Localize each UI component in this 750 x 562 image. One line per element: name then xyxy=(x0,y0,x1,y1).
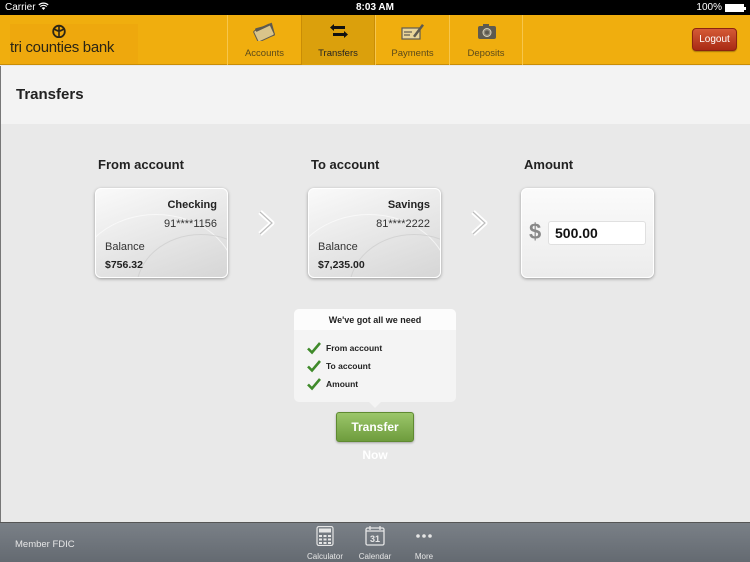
checklist-heading: We've got all we need xyxy=(294,309,456,330)
account-number: 91****1156 xyxy=(163,218,217,230)
logout-button[interactable]: Logout xyxy=(692,28,737,51)
chevron-right-icon xyxy=(471,210,488,236)
page-header: Transfers xyxy=(0,66,750,124)
checkmark-icon xyxy=(307,360,321,373)
battery-percent: 100% xyxy=(696,2,722,13)
tab-accounts-label: Accounts xyxy=(244,48,285,59)
brand-name: tri counties bank xyxy=(10,39,115,56)
balance-value: $7,235.00 xyxy=(318,259,365,271)
more-dots-icon xyxy=(416,534,432,538)
amount-card: $ xyxy=(521,188,654,278)
calendar-day: 31 xyxy=(370,534,380,544)
checklist-item-label: From account xyxy=(326,343,383,353)
status-bar: Carrier 8:03 AM 100% xyxy=(0,0,750,15)
calendar-label: Calendar xyxy=(358,552,392,561)
to-account-label: To account xyxy=(311,157,380,172)
logo-mark-icon xyxy=(52,24,66,38)
calculator-icon xyxy=(316,526,334,546)
transfer-now-button[interactable]: Transfer Now xyxy=(336,412,414,462)
balance-label: Balance xyxy=(105,241,145,253)
camera-icon xyxy=(478,24,496,39)
tab-transfers-label: Transfers xyxy=(318,48,358,59)
from-account-label: From account xyxy=(98,157,184,172)
tab-deposits[interactable]: Deposits xyxy=(449,15,523,65)
top-navigation-bar: tri counties bank Accounts Transfers Pay… xyxy=(0,15,750,65)
balance-label: Balance xyxy=(318,241,358,253)
battery-icon xyxy=(725,4,746,12)
account-number: 81****2222 xyxy=(376,218,430,230)
member-fdic-label: Member FDIC xyxy=(15,539,75,550)
ready-checklist: We've got all we need From account To ac… xyxy=(294,309,456,408)
more-button[interactable]: More xyxy=(401,526,447,561)
calculator-label: Calculator xyxy=(306,552,343,561)
tab-accounts[interactable]: Accounts xyxy=(227,15,301,65)
check-pen-icon xyxy=(401,24,424,40)
account-type: Savings xyxy=(387,199,430,211)
amount-label: Amount xyxy=(524,157,574,172)
chevron-right-icon xyxy=(258,210,275,236)
calculator-button[interactable]: Calculator xyxy=(302,526,348,561)
from-account-card[interactable]: Checking 91****1156 Balance $756.32 xyxy=(95,188,228,278)
tab-payments[interactable]: Payments xyxy=(375,15,449,65)
tab-deposits-label: Deposits xyxy=(467,48,505,59)
tab-transfers[interactable]: Transfers xyxy=(301,15,375,65)
tab-payments-label: Payments xyxy=(391,48,434,59)
account-type: Checking xyxy=(167,199,217,211)
calendar-button[interactable]: 31 Calendar xyxy=(352,526,398,561)
balance-value: $756.32 xyxy=(105,259,143,271)
checklist-item-label: To account xyxy=(326,361,371,371)
transfer-arrows-icon xyxy=(330,24,348,38)
amount-input[interactable] xyxy=(548,221,646,245)
checkmark-icon xyxy=(307,378,321,391)
to-account-card[interactable]: Savings 81****2222 Balance $7,235.00 xyxy=(308,188,441,278)
popover-pointer xyxy=(369,402,381,408)
bottom-toolbar: Member FDIC Calculator 31 Calendar More xyxy=(0,522,750,562)
currency-symbol: $ xyxy=(529,219,542,244)
calendar-icon: 31 xyxy=(365,526,385,546)
credit-card-icon xyxy=(253,22,275,41)
bank-logo[interactable]: tri counties bank xyxy=(10,24,138,64)
checklist-item-label: Amount xyxy=(326,379,359,389)
page-title: Transfers xyxy=(16,86,84,103)
checkmark-icon xyxy=(307,342,321,355)
more-label: More xyxy=(414,552,434,561)
clock: 8:03 AM xyxy=(356,2,394,13)
